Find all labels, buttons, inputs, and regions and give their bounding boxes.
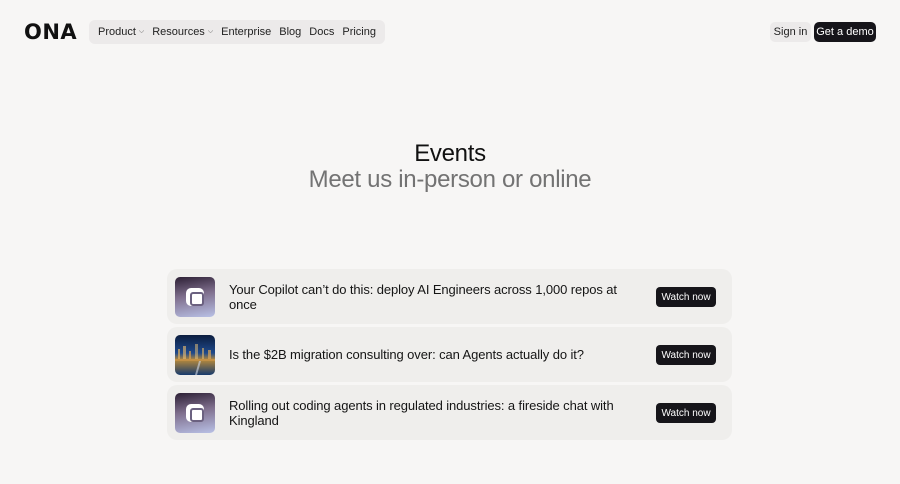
chevron-down-icon: ⌵ [138, 28, 145, 35]
watch-now-button[interactable]: Watch now [656, 345, 716, 365]
event-card[interactable]: Your Copilot can’t do this: deploy AI En… [167, 269, 732, 324]
nav-product-label: Product [98, 26, 136, 38]
event-card[interactable]: Is the $2B migration consulting over: ca… [167, 327, 732, 382]
nav-resources-label: Resources [152, 26, 205, 38]
chevron-down-icon: ⌵ [207, 28, 214, 35]
event-card[interactable]: Rolling out coding agents in regulated i… [167, 385, 732, 440]
main-nav: Product ⌵ Resources ⌵ Enterprise Blog Do… [89, 20, 385, 44]
nav-blog-label: Blog [279, 26, 302, 38]
nav-enterprise[interactable]: Enterprise [221, 26, 271, 38]
city-photo-thumbnail [175, 335, 215, 375]
nav-pricing-label: Pricing [342, 26, 376, 38]
events-list: Your Copilot can’t do this: deploy AI En… [167, 269, 732, 443]
page-title: Events [414, 140, 486, 167]
nav-pricing[interactable]: Pricing [342, 26, 376, 38]
watch-now-button[interactable]: Watch now [656, 287, 716, 307]
nav-docs-label: Docs [309, 26, 335, 38]
nav-enterprise-label: Enterprise [221, 26, 272, 38]
event-title: Is the $2B migration consulting over: ca… [229, 347, 584, 362]
nav-docs[interactable]: Docs [309, 26, 334, 38]
ona-logo-icon [175, 277, 215, 317]
ona-logo[interactable]: ONA [24, 21, 77, 43]
page-subtitle: Meet us in-person or online [308, 166, 592, 193]
nav-product[interactable]: Product ⌵ [98, 26, 144, 38]
event-title: Rolling out coding agents in regulated i… [229, 397, 614, 428]
nav-blog[interactable]: Blog [279, 26, 301, 38]
event-title: Your Copilot can’t do this: deploy AI En… [229, 281, 617, 312]
sign-in-button[interactable]: Sign in [770, 22, 811, 42]
ona-logo-icon [175, 393, 215, 433]
nav-resources[interactable]: Resources ⌵ [152, 26, 213, 38]
watch-now-button[interactable]: Watch now [656, 403, 716, 423]
get-demo-button[interactable]: Get a demo [814, 22, 876, 42]
